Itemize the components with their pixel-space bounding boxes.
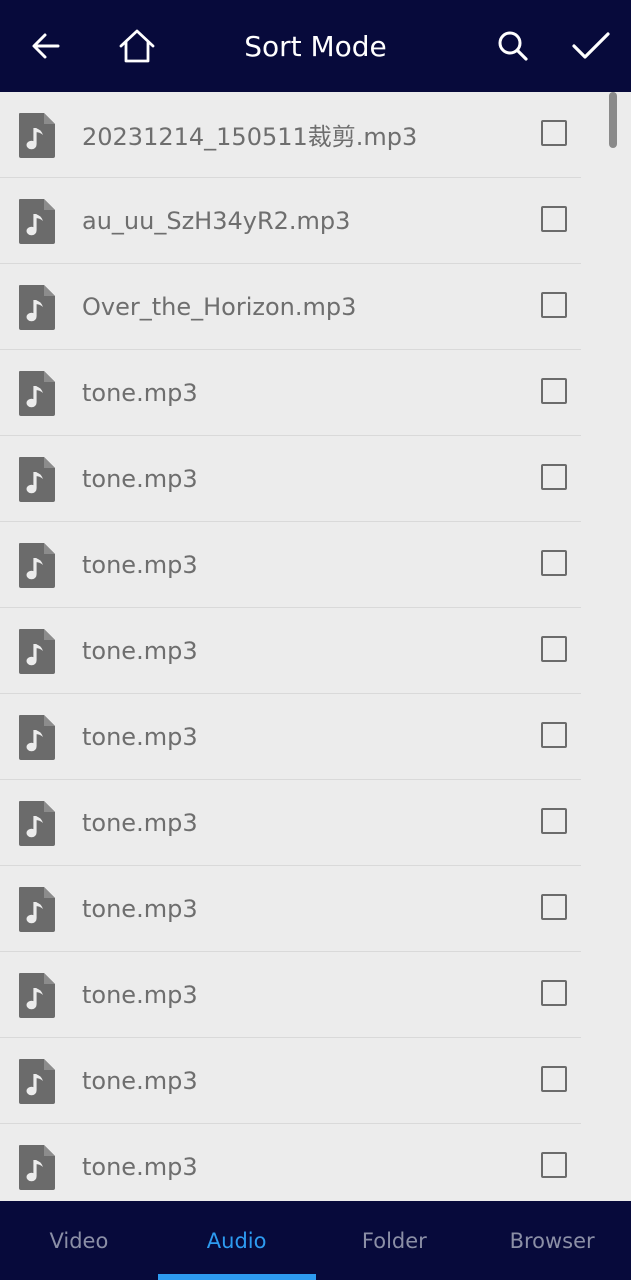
select-checkbox[interactable] [541, 120, 567, 146]
select-checkbox[interactable] [541, 894, 567, 920]
file-row[interactable]: tone.mp3 [0, 350, 581, 436]
file-name: tone.mp3 [82, 894, 198, 923]
audio-file-icon [19, 1145, 55, 1190]
file-row[interactable]: tone.mp3 [0, 1038, 581, 1124]
file-name: tone.mp3 [82, 722, 198, 751]
file-row[interactable]: 20231214_150511裁剪.mp3 [0, 92, 581, 178]
file-row[interactable]: tone.mp3 [0, 522, 581, 608]
select-checkbox[interactable] [541, 292, 567, 318]
tab-folder[interactable]: Folder [316, 1201, 474, 1280]
file-name: Over_the_Horizon.mp3 [82, 292, 357, 321]
file-row[interactable]: tone.mp3 [0, 866, 581, 952]
file-list[interactable]: 20231214_150511裁剪.mp3 au_uu_SzH34yR2.mp3… [0, 92, 631, 1201]
tab-label: Folder [361, 1228, 427, 1253]
tab-audio[interactable]: Audio [157, 1201, 316, 1280]
file-row[interactable]: tone.mp3 [0, 608, 581, 694]
app-root: Sort Mode 20231214_150511裁剪.mp3 au_uu_Sz… [0, 0, 631, 1280]
audio-file-icon [19, 199, 55, 244]
select-checkbox[interactable] [541, 1152, 567, 1178]
select-checkbox[interactable] [541, 808, 567, 834]
arrow-left-icon [32, 33, 60, 59]
tab-label: Audio [206, 1228, 267, 1253]
file-name: tone.mp3 [82, 1152, 198, 1181]
tab-browser[interactable]: Browser [473, 1201, 631, 1280]
search-button[interactable] [489, 22, 537, 70]
audio-file-icon [19, 457, 55, 502]
scrollbar[interactable] [609, 92, 617, 148]
bottom-nav: Video Audio Folder Browser [0, 1201, 631, 1280]
select-checkbox[interactable] [541, 722, 567, 748]
audio-file-icon [19, 629, 55, 674]
file-row[interactable]: tone.mp3 [0, 780, 581, 866]
search-icon [498, 31, 528, 61]
file-row[interactable]: tone.mp3 [0, 952, 581, 1038]
audio-file-icon [19, 1059, 55, 1104]
file-name: tone.mp3 [82, 808, 198, 837]
select-checkbox[interactable] [541, 980, 567, 1006]
file-name: tone.mp3 [82, 980, 198, 1009]
audio-file-icon [19, 113, 55, 158]
file-name: tone.mp3 [82, 636, 198, 665]
select-checkbox[interactable] [541, 550, 567, 576]
file-name: tone.mp3 [82, 1066, 198, 1095]
select-checkbox[interactable] [541, 206, 567, 232]
tab-label: Video [49, 1228, 109, 1253]
file-row[interactable]: Over_the_Horizon.mp3 [0, 264, 581, 350]
file-name: tone.mp3 [82, 378, 198, 407]
audio-file-icon [19, 371, 55, 416]
file-row[interactable]: tone.mp3 [0, 694, 581, 780]
file-name: 20231214_150511裁剪.mp3 [82, 123, 418, 151]
file-row[interactable]: tone.mp3 [0, 1124, 581, 1201]
select-checkbox[interactable] [541, 1066, 567, 1092]
select-checkbox[interactable] [541, 636, 567, 662]
audio-file-icon [19, 801, 55, 846]
top-bar: Sort Mode [0, 0, 631, 92]
audio-file-icon [19, 285, 55, 330]
file-name: tone.mp3 [82, 464, 198, 493]
file-name: tone.mp3 [82, 550, 198, 579]
select-checkbox[interactable] [541, 464, 567, 490]
file-name: au_uu_SzH34yR2.mp3 [82, 206, 351, 235]
select-checkbox[interactable] [541, 378, 567, 404]
back-button[interactable] [22, 22, 70, 70]
audio-file-icon [19, 887, 55, 932]
active-tab-indicator [157, 1274, 316, 1280]
tab-label: Browser [509, 1228, 595, 1253]
file-row[interactable]: tone.mp3 [0, 436, 581, 522]
tab-video[interactable]: Video [0, 1201, 158, 1280]
confirm-button[interactable] [567, 22, 615, 70]
audio-file-icon [19, 715, 55, 760]
file-row[interactable]: au_uu_SzH34yR2.mp3 [0, 178, 581, 264]
home-icon [119, 29, 155, 63]
home-button[interactable] [113, 22, 161, 70]
check-icon [572, 32, 610, 59]
audio-file-icon [19, 973, 55, 1018]
audio-file-icon [19, 543, 55, 588]
